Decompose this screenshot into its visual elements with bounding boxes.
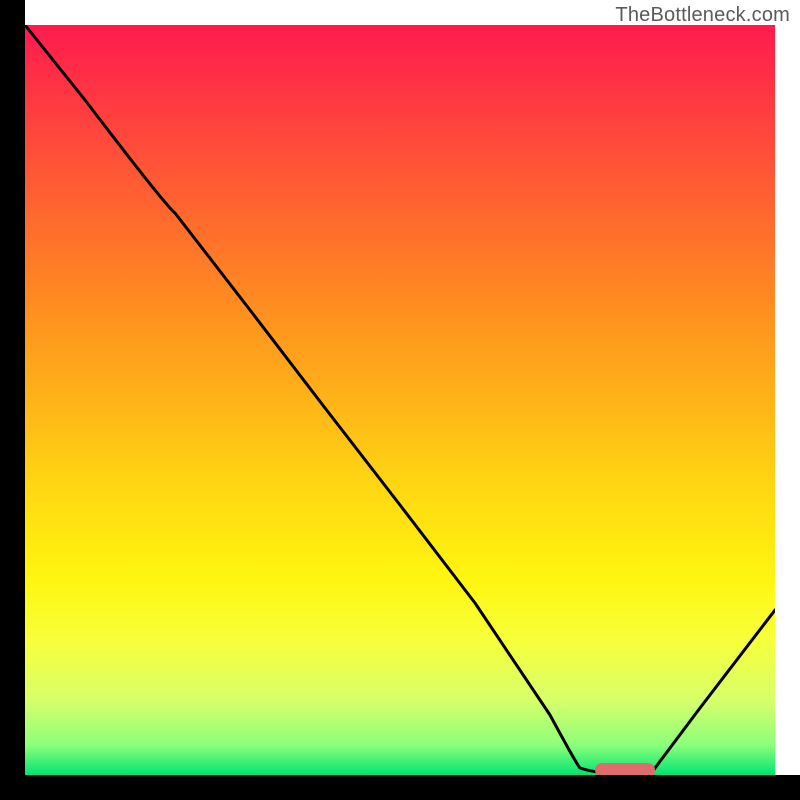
curve-path [25, 25, 775, 775]
watermark-label: TheBottleneck.com [615, 4, 790, 27]
plot-frame [25, 25, 775, 775]
y-axis [0, 0, 25, 800]
chart-canvas: TheBottleneck.com [0, 0, 800, 800]
bottleneck-curve [25, 25, 775, 775]
x-axis [0, 775, 800, 800]
